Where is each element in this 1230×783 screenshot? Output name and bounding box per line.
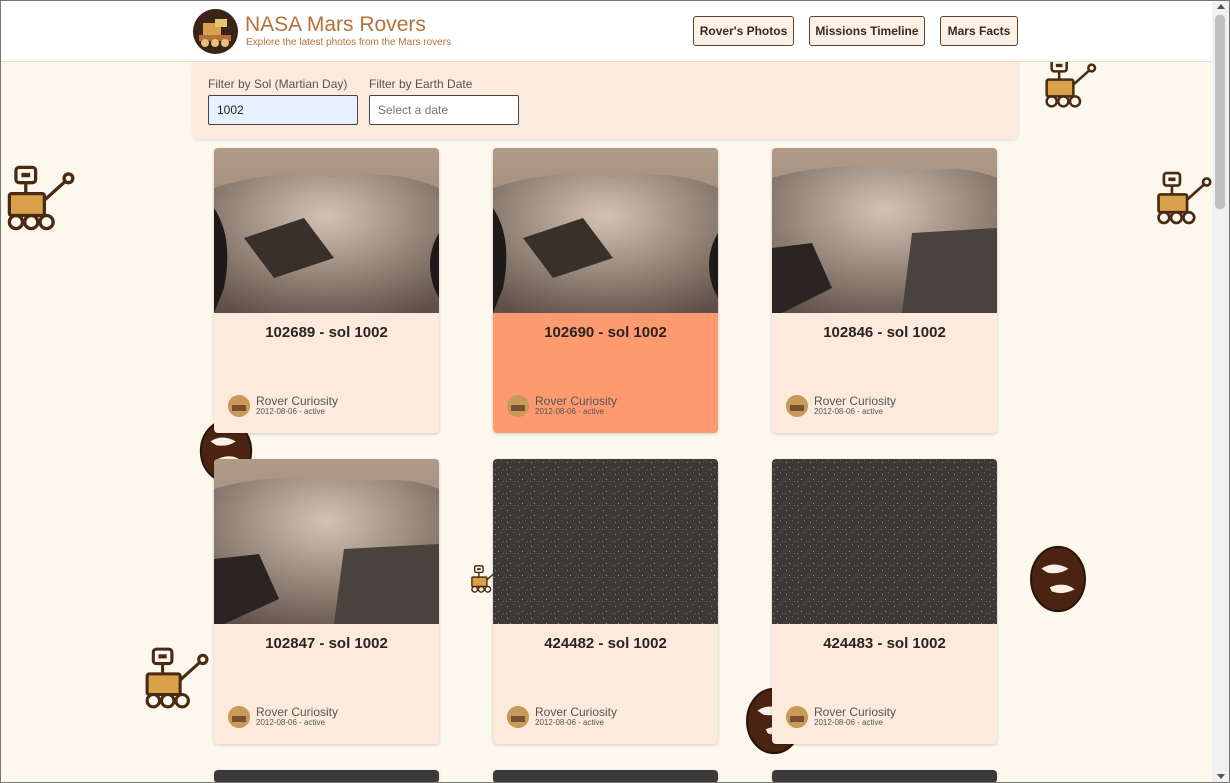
- photo-title: 102846 - sol 1002: [823, 324, 946, 341]
- app-subtitle: Explore the latest photos from the Mars …: [246, 37, 452, 48]
- rover-avatar: [507, 706, 529, 728]
- photo-title: 424482 - sol 1002: [544, 635, 667, 652]
- sol-filter-label: Filter by Sol (Martian Day): [208, 77, 348, 91]
- photo-title: 102689 - sol 1002: [265, 324, 388, 341]
- rover-doodle-icon: [1045, 58, 1097, 108]
- photo-card-partial[interactable]: [214, 770, 439, 783]
- planet-doodle-icon: [1030, 545, 1086, 613]
- rover-avatar: [228, 706, 250, 728]
- rover-meta: 2012-08-06 - active: [814, 407, 883, 416]
- rovers-photos-button[interactable]: Rover's Photos: [693, 16, 794, 46]
- photo-card[interactable]: 102846 - sol 1002 Rover Curiosity 2012-0…: [772, 148, 997, 433]
- rover-logo-icon[interactable]: [193, 9, 238, 54]
- earth-date-input[interactable]: Select a date: [369, 95, 519, 125]
- rover-name: Rover Curiosity: [256, 394, 339, 408]
- rover-name: Rover Curiosity: [256, 705, 339, 719]
- rover-meta: 2012-08-06 - active: [535, 407, 604, 416]
- scroll-thumb[interactable]: [1215, 15, 1225, 209]
- rover-photo-image: [214, 459, 439, 624]
- missions-timeline-button[interactable]: Missions Timeline: [809, 16, 925, 46]
- rover-photo-image: [772, 459, 997, 624]
- date-filter-label: Filter by Earth Date: [369, 77, 473, 91]
- vertical-scrollbar[interactable]: [1212, 0, 1230, 783]
- photo-card[interactable]: 102847 - sol 1002 Rover Curiosity 2012-0…: [214, 459, 439, 744]
- photo-title: 424483 - sol 1002: [823, 635, 946, 652]
- app-header: NASA Mars Rovers Explore the latest phot…: [0, 0, 1212, 62]
- rover-meta: 2012-08-06 - active: [814, 718, 883, 727]
- scroll-down-icon[interactable]: [1217, 774, 1225, 779]
- rover-photo-image: [493, 148, 718, 313]
- scroll-up-icon[interactable]: [1217, 4, 1225, 9]
- photo-card-partial[interactable]: [493, 770, 718, 783]
- mars-facts-button[interactable]: Mars Facts: [940, 16, 1018, 46]
- rover-doodle-icon: [145, 647, 209, 709]
- photo-title: 102690 - sol 1002: [544, 324, 667, 341]
- rover-doodle-icon: [7, 165, 75, 231]
- rover-photo-image: [214, 148, 439, 313]
- rover-doodle-icon: [1157, 171, 1212, 225]
- sol-input[interactable]: 1002: [208, 95, 358, 125]
- rover-name: Rover Curiosity: [535, 705, 618, 719]
- photo-card-partial[interactable]: [772, 770, 997, 783]
- rover-meta: 2012-08-06 - active: [535, 718, 604, 727]
- rover-photo-image: [772, 148, 997, 313]
- rover-name: Rover Curiosity: [814, 394, 897, 408]
- rover-meta: 2012-08-06 - active: [256, 407, 325, 416]
- rover-name: Rover Curiosity: [814, 705, 897, 719]
- rover-avatar: [507, 395, 529, 417]
- rover-avatar: [228, 395, 250, 417]
- photo-card[interactable]: 102689 - sol 1002 Rover Curiosity 2012-0…: [214, 148, 439, 433]
- photo-card[interactable]: 424483 - sol 1002 Rover Curiosity 2012-0…: [772, 459, 997, 744]
- photo-card[interactable]: 102690 - sol 1002 Rover Curiosity 2012-0…: [493, 148, 718, 433]
- rover-meta: 2012-08-06 - active: [256, 718, 325, 727]
- photo-title: 102847 - sol 1002: [265, 635, 388, 652]
- rover-name: Rover Curiosity: [535, 394, 618, 408]
- photo-card[interactable]: 424482 - sol 1002 Rover Curiosity 2012-0…: [493, 459, 718, 744]
- rover-avatar: [786, 706, 808, 728]
- rover-photo-image: [493, 459, 718, 624]
- app-title: NASA Mars Rovers: [245, 13, 426, 36]
- rover-avatar: [786, 395, 808, 417]
- filter-panel: Filter by Sol (Martian Day) 1002 Filter …: [193, 62, 1018, 139]
